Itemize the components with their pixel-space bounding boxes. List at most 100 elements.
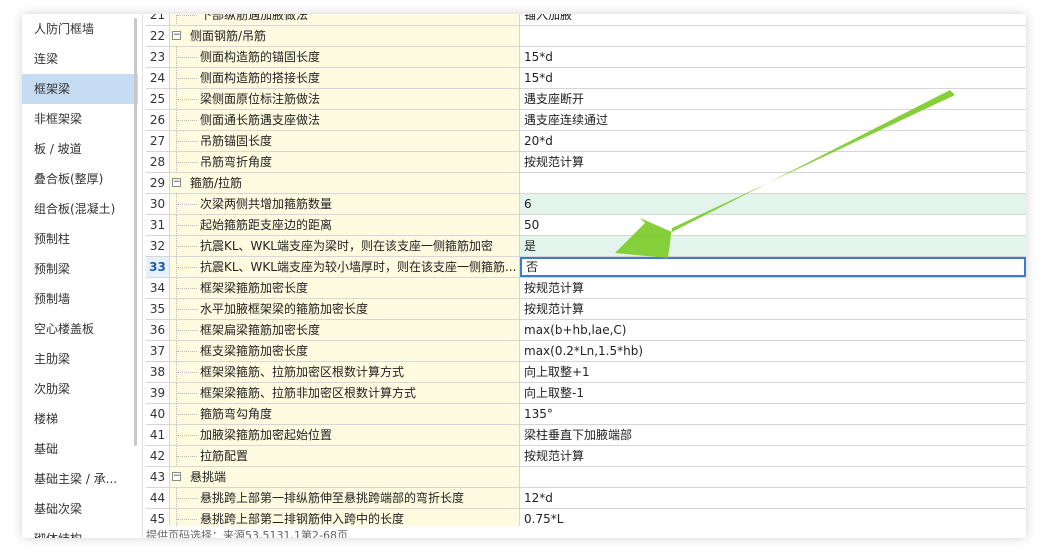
group-row[interactable]: 29− 箍筋/拉筋 (146, 173, 1026, 194)
property-value-cell[interactable]: 20*d (520, 131, 1026, 151)
property-name-cell: − 侧面钢筋/吊筋 (170, 26, 520, 46)
sidebar-item[interactable]: 人防门框墙 (22, 14, 138, 44)
property-value-cell[interactable]: 15*d (520, 68, 1026, 88)
table-row[interactable]: 25 梁侧面原位标注筋做法 遇支座断开 (146, 89, 1026, 110)
property-value-cell[interactable]: 135° (520, 404, 1026, 424)
collapse-toggle-icon[interactable]: − (172, 472, 181, 481)
sidebar-item[interactable]: 主肋梁 (22, 344, 138, 374)
property-grid: 21 下部纵筋遇加腋做法 锚入加腋 22− 侧面钢筋/吊筋 23 侧面构造筋的锚固长度 15*… (146, 14, 1026, 526)
sidebar-item[interactable]: 组合板(混凝土) (22, 194, 138, 224)
property-value-cell[interactable]: 遇支座断开 (520, 89, 1026, 109)
property-value-cell[interactable]: 按规范计算 (520, 152, 1026, 172)
property-name-cell: 悬挑跨上部第二排钢筋伸入跨中的长度 (170, 509, 520, 526)
sidebar-item[interactable]: 预制梁 (22, 254, 138, 284)
sidebar-item[interactable]: 预制柱 (22, 224, 138, 254)
table-row[interactable]: 42 拉筋配置 按规范计算 (146, 446, 1026, 467)
table-row[interactable]: 28 吊筋弯折角度 按规范计算 (146, 152, 1026, 173)
property-value-cell[interactable]: max(0.2*Ln,1.5*hb) (520, 341, 1026, 361)
group-row[interactable]: 43− 悬挑端 (146, 467, 1026, 488)
table-row[interactable]: 26 侧面通长筋遇支座做法 遇支座连续通过 (146, 110, 1026, 131)
property-name: 悬挑端 (190, 470, 227, 484)
table-row[interactable]: 38 框架梁箍筋、拉筋加密区根数计算方式 向上取整+1 (146, 362, 1026, 383)
table-row[interactable]: 23 侧面构造筋的锚固长度 15*d (146, 47, 1026, 68)
sidebar-item[interactable]: 基础次梁 (22, 494, 138, 524)
property-value-cell[interactable]: 遇支座连续通过 (520, 110, 1026, 130)
property-value-cell[interactable]: 向上取整+1 (520, 362, 1026, 382)
property-value-cell[interactable]: 0.75*L (520, 509, 1026, 526)
property-value-cell[interactable]: 15*d (520, 47, 1026, 67)
row-number: 22 (146, 26, 170, 46)
property-value-cell[interactable]: 按规范计算 (520, 278, 1026, 298)
tree-branch (177, 15, 197, 17)
table-row[interactable]: 37 框支梁箍筋加密长度 max(0.2*Ln,1.5*hb) (146, 341, 1026, 362)
property-name: 悬挑跨上部第二排钢筋伸入跨中的长度 (200, 512, 405, 526)
table-row[interactable]: 33 抗震KL、WKL端支座为较小墙厚时，则在该支座一侧箍筋... 否 (146, 257, 1026, 278)
property-name-cell: − 箍筋/拉筋 (170, 173, 520, 193)
group-row[interactable]: 22− 侧面钢筋/吊筋 (146, 26, 1026, 47)
property-name: 框架梁箍筋、拉筋加密区根数计算方式 (200, 365, 405, 379)
sidebar-item[interactable]: 砌体结构 (22, 524, 138, 538)
property-name-cell: 水平加腋框架梁的箍筋加密长度 (170, 299, 520, 319)
table-row[interactable]: 35 水平加腋框架梁的箍筋加密长度 按规范计算 (146, 299, 1026, 320)
sidebar-item[interactable]: 叠合板(整厚) (22, 164, 138, 194)
table-row[interactable]: 40 箍筋弯勾角度 135° (146, 404, 1026, 425)
sidebar-item[interactable]: 次肋梁 (22, 374, 138, 404)
sidebar-item[interactable]: 非框架梁 (22, 104, 138, 134)
sidebar-item[interactable]: 框架梁 (22, 74, 138, 104)
property-value-cell[interactable]: 向上取整-1 (520, 383, 1026, 403)
sidebar-scrollbar[interactable] (134, 18, 137, 446)
property-name: 加腋梁箍筋加密起始位置 (200, 428, 333, 442)
property-value-cell[interactable] (520, 26, 1026, 46)
table-row[interactable]: 21 下部纵筋遇加腋做法 锚入加腋 (146, 14, 1026, 26)
property-value-cell[interactable]: 否 (520, 257, 1026, 277)
table-row[interactable]: 39 框架梁箍筋、拉筋非加密区根数计算方式 向上取整-1 (146, 383, 1026, 404)
table-row[interactable]: 30 次梁两侧共增加箍筋数量 6 (146, 194, 1026, 215)
row-number: 34 (146, 278, 170, 298)
property-name: 抗震KL、WKL端支座为较小墙厚时，则在该支座一侧箍筋... (200, 260, 517, 274)
table-row[interactable]: 36 框架扁梁箍筋加密长度 max(b+hb,lae,C) (146, 320, 1026, 341)
table-row[interactable]: 34 框架梁箍筋加密长度 按规范计算 (146, 278, 1026, 299)
collapse-toggle-icon[interactable]: − (172, 178, 181, 187)
table-row[interactable]: 27 吊筋锚固长度 20*d (146, 131, 1026, 152)
property-value-cell[interactable] (520, 467, 1026, 487)
table-row[interactable]: 45 悬挑跨上部第二排钢筋伸入跨中的长度 0.75*L (146, 509, 1026, 526)
sidebar-item[interactable]: 连梁 (22, 44, 138, 74)
property-value-cell[interactable]: 锚入加腋 (520, 14, 1026, 25)
sidebar-item[interactable]: 预制墙 (22, 284, 138, 314)
sidebar-item[interactable]: 板 / 坡道 (22, 134, 138, 164)
table-row[interactable]: 41 加腋梁箍筋加密起始位置 梁柱垂直下加腋端部 (146, 425, 1026, 446)
property-value-cell[interactable]: max(b+hb,lae,C) (520, 320, 1026, 340)
row-number: 42 (146, 446, 170, 466)
table-row[interactable]: 31 起始箍筋距支座边的距离 50 (146, 215, 1026, 236)
tree-branch (177, 120, 197, 122)
property-value-cell[interactable]: 梁柱垂直下加腋端部 (520, 425, 1026, 445)
collapse-toggle-icon[interactable]: − (172, 31, 181, 40)
row-number: 28 (146, 152, 170, 172)
tree-branch (177, 435, 197, 437)
property-value-cell[interactable]: 50 (520, 215, 1026, 235)
tree-branch (177, 372, 197, 374)
property-value-cell[interactable]: 6 (520, 194, 1026, 214)
sidebar-item[interactable]: 空心楼盖板 (22, 314, 138, 344)
property-value-cell[interactable]: 按规范计算 (520, 446, 1026, 466)
row-number: 35 (146, 299, 170, 319)
sidebar-item[interactable]: 楼梯 (22, 404, 138, 434)
sidebar-item[interactable]: 基础主梁 / 承... (22, 464, 138, 494)
sidebar-item[interactable]: 基础 (22, 434, 138, 464)
property-name-cell: 拉筋配置 (170, 446, 520, 466)
property-value-cell[interactable] (520, 173, 1026, 193)
property-value-cell[interactable]: 12*d (520, 488, 1026, 508)
property-name-cell: 框架梁箍筋加密长度 (170, 278, 520, 298)
property-name: 侧面构造筋的锚固长度 (200, 50, 321, 64)
tree-branch (177, 351, 197, 353)
tree-branch (177, 246, 197, 248)
property-name-cell: 梁侧面原位标注筋做法 (170, 89, 520, 109)
table-row[interactable]: 32 抗震KL、WKL端支座为梁时，则在该支座一侧箍筋加密 是 (146, 236, 1026, 257)
tree-branch (177, 393, 197, 395)
tree-branch (177, 288, 197, 290)
property-value-cell[interactable]: 是 (520, 236, 1026, 256)
property-value-cell[interactable]: 按规范计算 (520, 299, 1026, 319)
property-name-cell: 侧面通长筋遇支座做法 (170, 110, 520, 130)
table-row[interactable]: 44 悬挑跨上部第一排纵筋伸至悬挑跨端部的弯折长度 12*d (146, 488, 1026, 509)
table-row[interactable]: 24 侧面构造筋的搭接长度 15*d (146, 68, 1026, 89)
